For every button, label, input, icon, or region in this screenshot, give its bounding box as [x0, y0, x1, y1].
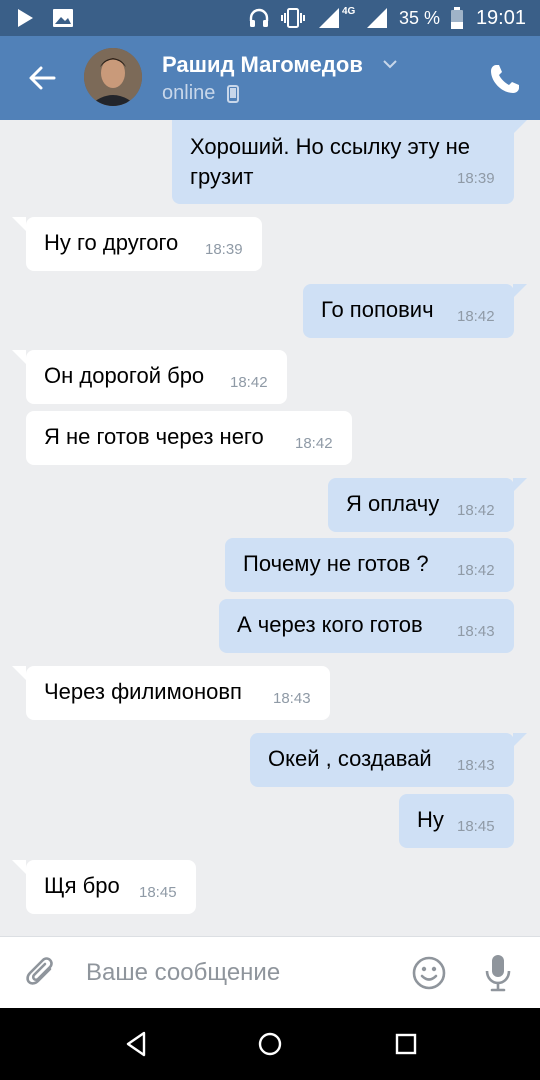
message-text: Ну го другого — [44, 230, 179, 255]
chat-header: Рашид Магомедов online — [0, 36, 540, 120]
message-time: 18:39 — [457, 170, 495, 187]
message-time: 18:42 — [230, 374, 268, 391]
battery-icon — [451, 7, 463, 29]
message-text: Он дорогой бро — [44, 363, 205, 388]
message-time: 18:45 — [139, 884, 177, 901]
message-text: Почему не готов ? — [243, 551, 429, 576]
message-outgoing[interactable]: Почему не готов ? 18:42 — [225, 538, 514, 592]
message-list[interactable]: Хороший. Но ссылку эту не грузит 18:39 Н… — [0, 120, 540, 936]
message-incoming[interactable]: Ну го другого 18:39 — [26, 217, 262, 271]
navigation-bar — [0, 1008, 540, 1080]
message-input[interactable] — [86, 955, 386, 991]
phone-icon — [227, 85, 239, 103]
message-time: 18:42 — [457, 308, 495, 325]
bubble-tail — [513, 478, 527, 492]
avatar[interactable] — [84, 48, 142, 106]
message-incoming[interactable]: Я не готов через него 18:42 — [26, 411, 352, 465]
bubble-tail — [12, 217, 26, 231]
nav-recents-icon[interactable] — [392, 1030, 420, 1058]
message-time: 18:42 — [457, 502, 495, 519]
network-type: 4G — [342, 6, 356, 17]
play-icon — [18, 9, 33, 27]
contact-name[interactable]: Рашид Магомедов — [162, 52, 363, 78]
message-text: Хороший. Но ссылку эту не — [190, 134, 471, 159]
message-composer — [0, 936, 540, 1009]
message-text: Щя бро — [44, 873, 120, 898]
bubble-tail — [513, 733, 527, 747]
message-time: 18:42 — [295, 435, 333, 452]
message-incoming[interactable]: Через филимоновп 18:43 — [26, 666, 330, 720]
status-bar: 4G 35 % 19:01 — [0, 0, 540, 36]
contact-status: online — [162, 82, 216, 104]
paperclip-icon[interactable] — [24, 955, 60, 991]
back-arrow-icon[interactable] — [22, 58, 62, 98]
signal-icon — [367, 8, 387, 28]
signal-icon — [319, 8, 339, 28]
message-outgoing[interactable]: А через кого готов 18:43 — [219, 599, 514, 653]
bubble-tail — [513, 284, 527, 298]
message-time: 18:43 — [457, 623, 495, 640]
message-time: 18:39 — [205, 241, 243, 258]
clock: 19:01 — [475, 7, 526, 29]
nav-home-icon[interactable] — [256, 1030, 284, 1058]
message-text: Го попович — [321, 297, 434, 322]
message-outgoing[interactable]: Окей , создавай 18:43 — [250, 733, 514, 787]
message-text: Ну — [417, 807, 444, 832]
message-time: 18:45 — [457, 818, 495, 835]
message-time: 18:43 — [273, 690, 311, 707]
message-text: Окей , создавай — [268, 746, 432, 771]
bubble-tail — [513, 120, 527, 134]
battery-percent: 35 % — [399, 8, 441, 28]
message-text: грузит — [190, 164, 254, 189]
message-incoming[interactable]: Он дорогой бро 18:42 — [26, 350, 287, 404]
message-text: А через кого готов — [237, 612, 423, 637]
microphone-icon[interactable] — [484, 953, 512, 993]
bubble-tail — [12, 666, 26, 680]
image-icon — [53, 9, 73, 27]
bubble-tail — [12, 350, 26, 364]
message-outgoing[interactable]: Ну 18:45 — [399, 794, 514, 848]
message-outgoing[interactable]: Го попович 18:42 — [303, 284, 514, 338]
message-time: 18:43 — [457, 757, 495, 774]
vibrate-icon — [281, 8, 305, 28]
message-text: Я не готов через него — [44, 424, 264, 449]
call-icon[interactable] — [488, 62, 522, 96]
message-incoming[interactable]: Щя бро 18:45 — [26, 860, 196, 914]
message-outgoing[interactable]: Я оплачу 18:42 — [328, 478, 514, 532]
message-text: Я оплачу — [346, 491, 440, 516]
chevron-down-icon[interactable] — [382, 58, 398, 70]
headphones-icon — [249, 8, 269, 27]
bubble-tail — [12, 860, 26, 874]
nav-back-icon[interactable] — [122, 1030, 150, 1058]
smile-icon[interactable] — [411, 955, 447, 991]
message-time: 18:42 — [457, 562, 495, 579]
message-outgoing[interactable]: Хороший. Но ссылку эту не грузит 18:39 — [172, 120, 514, 204]
message-text: Через филимоновп — [44, 679, 242, 704]
